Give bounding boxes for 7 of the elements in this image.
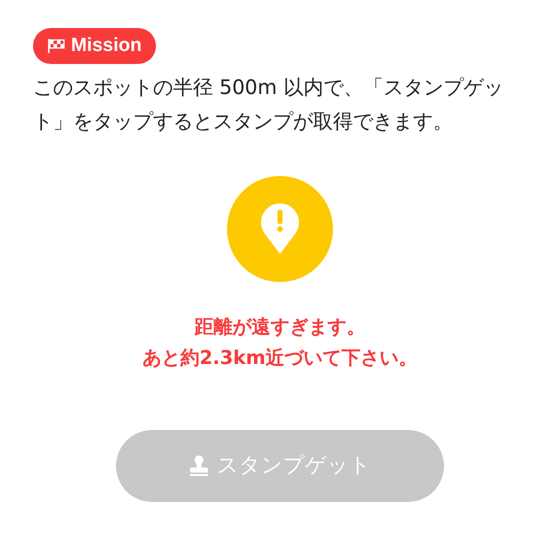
warning-text: あと約2.3km近づいて下さい。 <box>142 346 418 371</box>
warning-pin-icon <box>227 176 333 282</box>
checkered-flag-icon <box>47 38 65 54</box>
mission-description: このスポットの半径 500m 以内で、「スタンプゲット」をタップするとスタンプが取得できます。 <box>33 74 504 135</box>
mission-badge: Mission <box>33 28 156 64</box>
stamp-icon <box>189 455 209 477</box>
warning-text: 距離が遠すぎます。 <box>194 315 366 340</box>
